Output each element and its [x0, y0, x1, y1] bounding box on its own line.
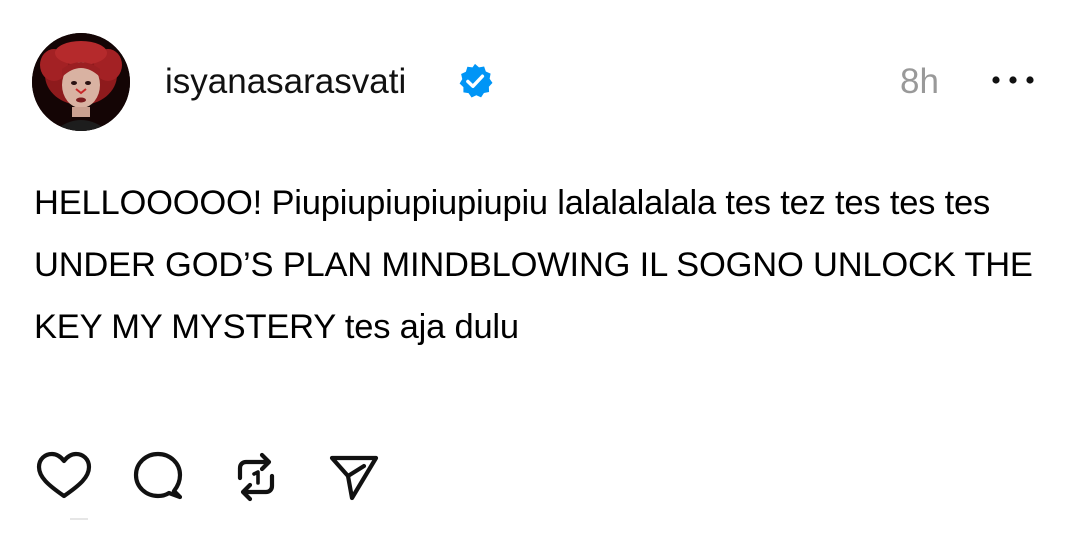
post-body-text: HELLOOOOO! Piupiupiupiupiupiu lalalalala… — [34, 184, 1033, 346]
heart-icon[interactable] — [34, 448, 94, 508]
verified-badge-icon — [456, 62, 494, 100]
profile-avatar-icon[interactable] — [32, 33, 130, 131]
post-timestamp: 8h — [900, 62, 939, 101]
more-options-icon[interactable] — [988, 62, 1038, 98]
send-icon[interactable] — [324, 448, 384, 508]
repost-icon[interactable] — [226, 448, 286, 508]
divider — [70, 518, 88, 520]
author-username[interactable]: isyanasarasvati — [165, 60, 406, 104]
comment-icon[interactable] — [128, 448, 188, 508]
thread-post: isyanasarasvati 8h HELLOOOOO! Piupiupiup… — [0, 0, 1080, 536]
